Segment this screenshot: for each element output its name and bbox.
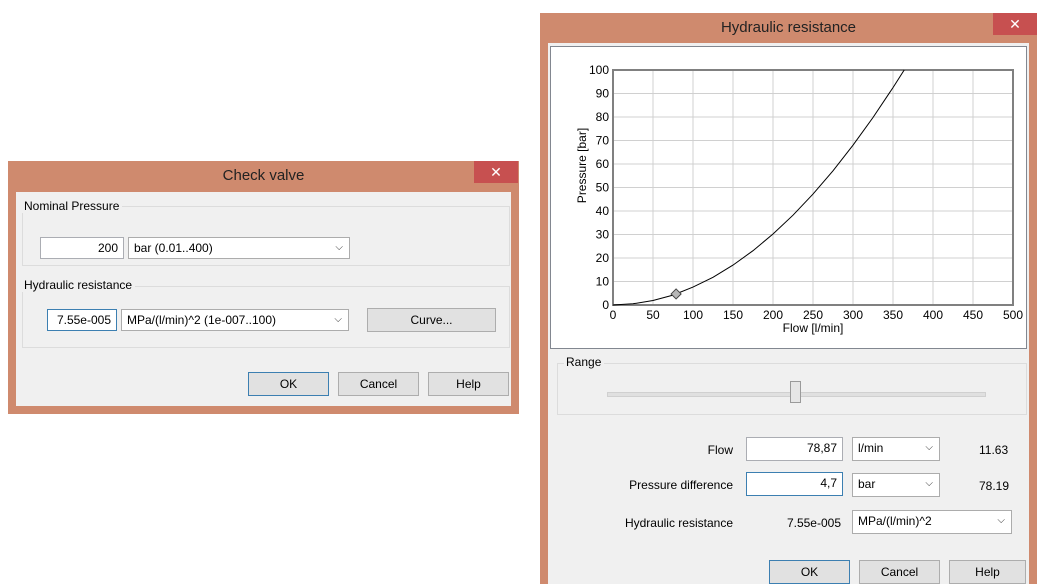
close-icon[interactable]: ✕ [474, 161, 518, 183]
hydraulic-resistance-value: 7.55e-005 [786, 516, 841, 530]
chevron-down-icon: ⌵ [334, 314, 342, 325]
hydraulic-titlebar[interactable]: Hydraulic resistance ✕ [540, 13, 1037, 43]
chart-y-tick-label: 30 [596, 228, 610, 242]
resistance-unit-select[interactable]: MPa/(l/min)^2 ⌵ [852, 510, 1012, 534]
check-valve-titlebar[interactable]: Check valve ✕ [8, 161, 519, 191]
hydraulic-resistance-input[interactable]: 7.55e-005 [47, 309, 117, 331]
chevron-down-icon: ⌵ [335, 242, 343, 253]
chart-y-tick-label: 40 [596, 204, 610, 218]
cancel-button[interactable]: Cancel [338, 372, 419, 396]
chart-x-tick-label: 100 [683, 308, 703, 322]
chart-panel: 0 50 100 150 200 250 300 350 400 450 500 0 10 20 30 40… [550, 46, 1027, 349]
pressure-readout: 78.19 [979, 479, 1010, 493]
hydraulic-resistance-field-label: Hydraulic resistance [624, 516, 733, 530]
cancel-button[interactable]: Cancel [859, 560, 940, 584]
pressure-flow-chart: 0 50 100 150 200 250 300 350 400 450 500 0 10 20 30 40… [575, 63, 1023, 335]
chart-operating-point[interactable] [670, 288, 682, 300]
chart-y-tick-label: 70 [596, 134, 610, 148]
chevron-down-icon: ⌵ [997, 515, 1005, 526]
chart-x-tick-label: 500 [1003, 308, 1023, 322]
chart-x-tick-label: 400 [923, 308, 943, 322]
chart-y-label: Pressure [bar] [575, 128, 589, 203]
chart-y-tick-label: 60 [596, 157, 610, 171]
flow-input[interactable]: 78,87 [746, 437, 843, 461]
ok-button[interactable]: OK [769, 560, 850, 584]
chevron-down-icon: ⌵ [925, 478, 933, 489]
chart-y-tick-label: 20 [596, 251, 610, 265]
chart-y-tick-label: 0 [602, 298, 609, 312]
chart-x-tick-label: 250 [803, 308, 823, 322]
chart-x-tick-label: 50 [646, 308, 660, 322]
hydraulic-resistance-window: Hydraulic resistance ✕ 0 50 100 150 200 250 30… [540, 13, 1037, 584]
pressure-unit-select[interactable]: bar ⌵ [852, 473, 940, 497]
hydraulic-resistance-label: Hydraulic resistance [22, 278, 136, 292]
chart-y-tick-label: 90 [596, 87, 610, 101]
hydraulic-client: 0 50 100 150 200 250 300 350 400 450 500 0 10 20 30 40… [548, 43, 1029, 584]
chevron-down-icon: ⌵ [925, 442, 933, 453]
nominal-pressure-input[interactable]: 200 [40, 237, 124, 259]
pressure-difference-input[interactable]: 4,7 [746, 472, 843, 496]
flow-unit: l/min [858, 441, 884, 455]
chart-x-tick-label: 450 [963, 308, 983, 322]
check-valve-client: Nominal Pressure 200 bar (0.01..400) ⌵ H… [16, 192, 511, 406]
flow-unit-select[interactable]: l/min ⌵ [852, 437, 940, 461]
chart-y-tick-label: 10 [596, 275, 610, 289]
help-button[interactable]: Help [949, 560, 1026, 584]
range-slider-thumb[interactable] [789, 381, 801, 403]
chart-y-tick-label: 80 [596, 110, 610, 124]
nominal-pressure-label: Nominal Pressure [22, 199, 123, 213]
check-valve-window: Check valve ✕ Nominal Pressure 200 bar (… [8, 161, 519, 414]
hydraulic-resistance-unit: MPa/(l/min)^2 (1e-007..100) [127, 313, 277, 327]
chart-x-label: Flow [l/min] [783, 321, 844, 335]
nominal-pressure-unit: bar (0.01..400) [134, 241, 213, 255]
chart-x-tick-label: 150 [723, 308, 743, 322]
nominal-pressure-unit-select[interactable]: bar (0.01..400) ⌵ [128, 237, 350, 259]
chart-x-tick-label: 300 [843, 308, 863, 322]
pressure-unit: bar [858, 477, 876, 491]
resistance-unit: MPa/(l/min)^2 [858, 514, 932, 528]
check-valve-title: Check valve [222, 167, 305, 184]
help-button[interactable]: Help [428, 372, 509, 396]
flow-label: Flow [707, 443, 733, 457]
ok-button[interactable]: OK [248, 372, 329, 396]
chart-x-tick-label: 200 [763, 308, 783, 322]
chart-y-tick-label: 100 [589, 63, 609, 77]
range-label: Range [564, 355, 605, 369]
flow-readout: 11.63 [979, 443, 1009, 457]
hydraulic-resistance-unit-select[interactable]: MPa/(l/min)^2 (1e-007..100) ⌵ [121, 309, 349, 331]
chart-x-tick-label: 350 [883, 308, 903, 322]
curve-button[interactable]: Curve... [367, 308, 496, 332]
pressure-difference-label: Pressure difference [629, 478, 733, 492]
chart-y-tick-label: 50 [596, 181, 610, 195]
close-icon[interactable]: ✕ [993, 13, 1037, 35]
chart-x-tick-label: 0 [610, 308, 617, 322]
hydraulic-title: Hydraulic resistance [720, 19, 857, 36]
